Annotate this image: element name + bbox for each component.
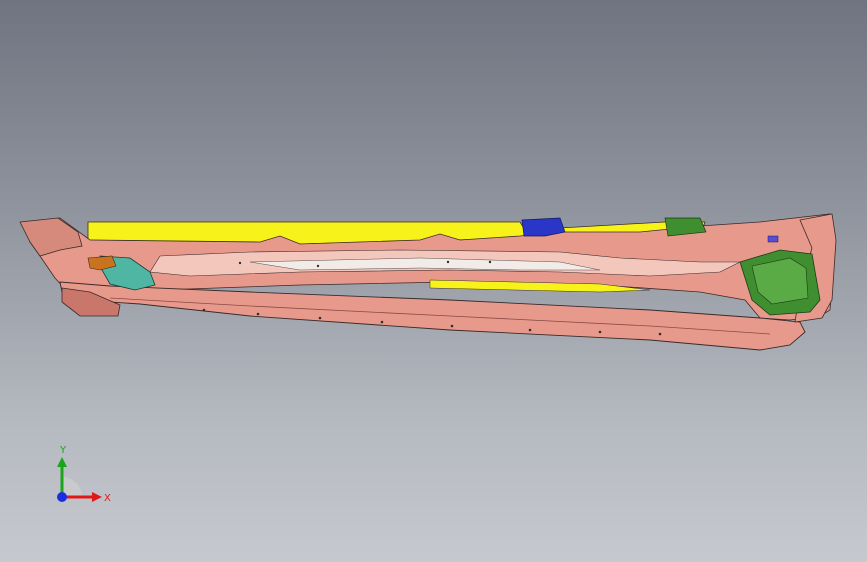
cad-model[interactable] [0, 0, 867, 562]
z-axis-dot-icon [57, 492, 67, 502]
y-axis-arrow-icon [57, 457, 67, 467]
x-axis-arrow-icon [92, 492, 102, 502]
x-axis-label: X [104, 493, 111, 504]
cad-viewport[interactable]: Y X [0, 0, 867, 562]
y-axis-label: Y [59, 445, 67, 456]
top-blue-bracket [521, 217, 566, 237]
lower-rocker-rail [59, 281, 806, 351]
orientation-triad[interactable]: Y X [40, 435, 120, 515]
rear-blue-clip [767, 235, 779, 243]
